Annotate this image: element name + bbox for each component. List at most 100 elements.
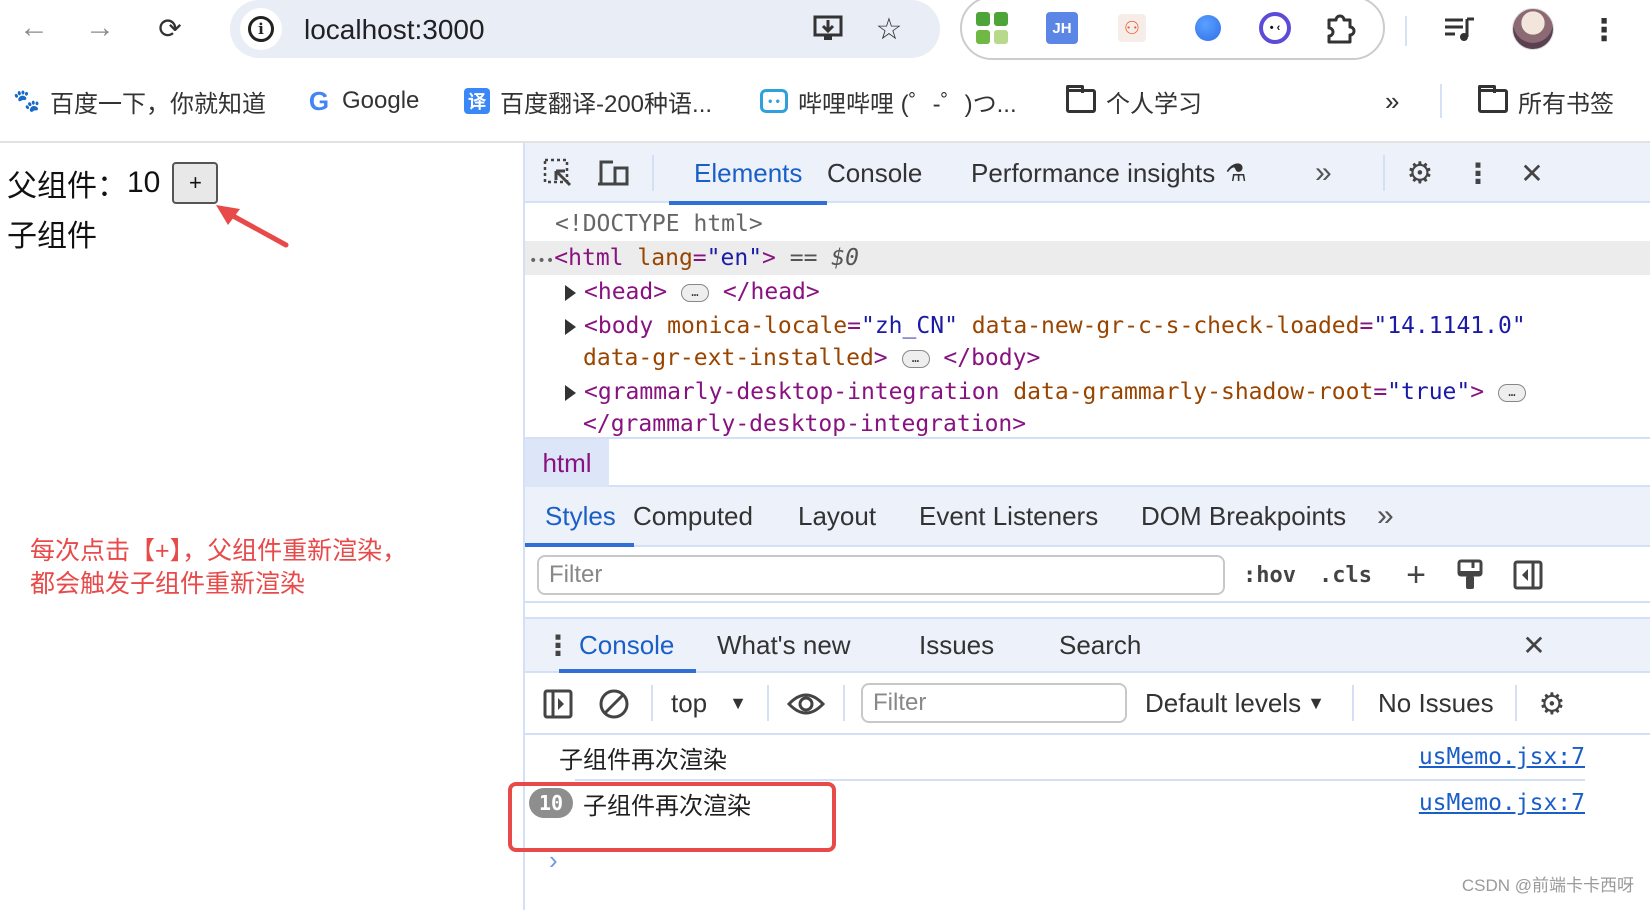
styles-filter-input[interactable] (537, 555, 1225, 595)
tab-event-listeners[interactable]: Event Listeners (919, 487, 1098, 545)
drawer-tab-search[interactable]: Search (1059, 619, 1141, 671)
blue-dot-extension-button[interactable] (1190, 10, 1226, 46)
rendering-emulation-button[interactable] (1451, 555, 1489, 595)
drawer-menu-button[interactable]: ⋮ (539, 627, 577, 663)
install-app-button[interactable] (810, 10, 848, 48)
collapsed-content-button[interactable]: … (901, 349, 930, 368)
jh-extension-button[interactable]: JH (1044, 10, 1080, 46)
breadcrumb-html[interactable]: html (525, 439, 609, 487)
drawer-tabbar: ⋮ Console What's new Issues Search ✕ (525, 617, 1650, 673)
tab-layout[interactable]: Layout (798, 487, 876, 545)
dom-node-body-cont[interactable]: data-gr-ext-installed> … </body> (525, 341, 1650, 375)
tag-close: > (873, 345, 888, 371)
bookmark-google[interactable]: G Google (306, 84, 420, 118)
address-bar[interactable]: i localhost:3000 ☆ (230, 0, 940, 58)
annotation-arrow-icon (216, 205, 289, 248)
expand-triangle-icon[interactable] (565, 284, 576, 301)
bookmark-baidu-translate[interactable]: 译 百度翻译-200种语... (464, 84, 712, 118)
tab-computed[interactable]: Computed (633, 487, 753, 545)
clear-console-button[interactable] (595, 685, 633, 723)
issues-counter[interactable]: No Issues (1378, 683, 1494, 723)
kebab-icon: ⋮ (1464, 157, 1492, 189)
console-prompt[interactable]: › (549, 845, 558, 876)
dom-node-grammarly-close[interactable]: </grammarly-desktop-integration> (525, 407, 1650, 437)
drawer-tab-whats-new[interactable]: What's new (717, 619, 851, 671)
expand-triangle-icon[interactable] (565, 318, 576, 335)
site-info-button[interactable]: i (240, 8, 282, 50)
devtools-panel: Elements Console Performance insights ⚗ … (523, 143, 1650, 910)
collapsed-content-button[interactable]: … (680, 283, 709, 302)
drawer-tab-console[interactable]: Console (558, 619, 697, 673)
bookmarks-overflow-button[interactable]: » (1385, 86, 1399, 117)
devtools-menu-button[interactable]: ⋮ (1459, 155, 1497, 191)
monica-extension-button[interactable]: • ‹ (1257, 10, 1293, 46)
dom-node-body[interactable]: <body monica-locale="zh_CN" data-new-gr-… (525, 309, 1650, 343)
dom-node-html[interactable]: •••<html lang="en"> == $0 (525, 241, 1650, 275)
message-source-link[interactable]: usMemo.jsx:7 (1419, 744, 1585, 770)
console-sidebar-icon (543, 689, 573, 719)
reading-list-button[interactable] (1440, 10, 1480, 50)
forward-button[interactable]: → (80, 8, 120, 48)
more-tabs-button[interactable]: » (1315, 143, 1332, 203)
bookmark-folder-personal[interactable]: 个人学习 (1066, 84, 1202, 118)
message-source-link[interactable]: usMemo.jsx:7 (1419, 790, 1585, 816)
browser-menu-button[interactable]: ⋮ (1584, 10, 1624, 50)
close-drawer-button[interactable]: ✕ (1515, 627, 1553, 663)
hover-state-button[interactable]: :hov (1243, 557, 1296, 593)
expand-triangle-icon[interactable] (565, 384, 576, 401)
device-toolbar-button[interactable] (595, 155, 633, 191)
url-text[interactable]: localhost:3000 (304, 14, 485, 46)
collapsed-content-button[interactable]: … (1497, 383, 1526, 402)
tab-styles[interactable]: Styles (525, 487, 634, 547)
class-toggle-button[interactable]: .cls (1319, 557, 1372, 593)
toolbar-divider (1515, 685, 1517, 721)
console-message-repeated: 10 子组件再次渲染 usMemo.jsx:7 (525, 781, 1585, 825)
console-message: 子组件再次渲染 usMemo.jsx:7 (525, 735, 1585, 781)
bookmark-baidu[interactable]: 🐾 百度一下，你就知道 (13, 84, 266, 118)
dom-node-doctype[interactable]: <!DOCTYPE html> (525, 207, 1650, 241)
attr-name: data-grammarly-shadow-root (1013, 379, 1374, 405)
tabbar-divider (652, 155, 654, 191)
tab-console[interactable]: Console (827, 143, 922, 203)
dropdown-triangle-icon: ▼ (1307, 692, 1325, 713)
blue-dot-extension-icon (1195, 15, 1221, 41)
styles-more-tabs-button[interactable]: » (1377, 487, 1394, 545)
context-label: top (671, 687, 708, 718)
dom-node-grammarly[interactable]: <grammarly-desktop-integration data-gram… (525, 375, 1650, 409)
context-selector[interactable]: top ▼ (671, 683, 747, 723)
repeat-count-badge: 10 (529, 788, 573, 818)
tab-dom-breakpoints[interactable]: DOM Breakpoints (1141, 487, 1346, 545)
attr-name: monica-locale (667, 313, 848, 339)
tag-name: <head> (584, 279, 668, 305)
dropdown-triangle-icon: ▼ (729, 692, 747, 713)
grid-extension-button[interactable] (974, 10, 1010, 46)
inspect-element-button[interactable] (539, 155, 577, 191)
close-devtools-button[interactable]: ✕ (1513, 155, 1551, 191)
extensions-button[interactable] (1322, 10, 1358, 46)
dom-node-head[interactable]: <head> … </head> (525, 275, 1650, 309)
console-settings-button[interactable]: ⚙ (1533, 685, 1571, 723)
selected-node-marker: == $0 (789, 245, 860, 271)
profile-avatar[interactable] (1512, 8, 1554, 50)
bookmark-star-button[interactable]: ☆ (870, 10, 908, 48)
toggle-sidebar-button[interactable] (1509, 555, 1547, 595)
tag-close: </body> (943, 345, 1041, 371)
child-component: 子组件 (7, 220, 97, 253)
back-button[interactable]: ← (14, 8, 54, 48)
console-sidebar-button[interactable] (539, 685, 577, 723)
tab-elements[interactable]: Elements (668, 143, 828, 205)
reload-button[interactable]: ⟳ (150, 8, 190, 48)
sitemap-extension-button[interactable]: ⚇ (1114, 10, 1150, 46)
increment-button[interactable]: + (172, 162, 219, 204)
devtools-settings-button[interactable]: ⚙ (1401, 155, 1439, 191)
bookmark-bilibili[interactable]: • • 哔哩哔哩 (゜-゜)つ... (760, 84, 1017, 118)
live-expression-button[interactable] (787, 685, 825, 723)
log-levels-dropdown[interactable]: Default levels ▼ (1145, 683, 1325, 723)
drawer-tab-issues[interactable]: Issues (919, 619, 994, 671)
console-filter-input[interactable] (861, 683, 1127, 723)
styles-toolbar: :hov .cls + (525, 547, 1650, 603)
tab-performance-insights[interactable]: Performance insights ⚗ (971, 143, 1247, 203)
all-bookmarks-button[interactable]: 所有书签 (1478, 84, 1614, 118)
new-style-rule-button[interactable]: + (1397, 555, 1435, 595)
extensions-bar: JH ⚇ • ‹ (960, 0, 1385, 60)
